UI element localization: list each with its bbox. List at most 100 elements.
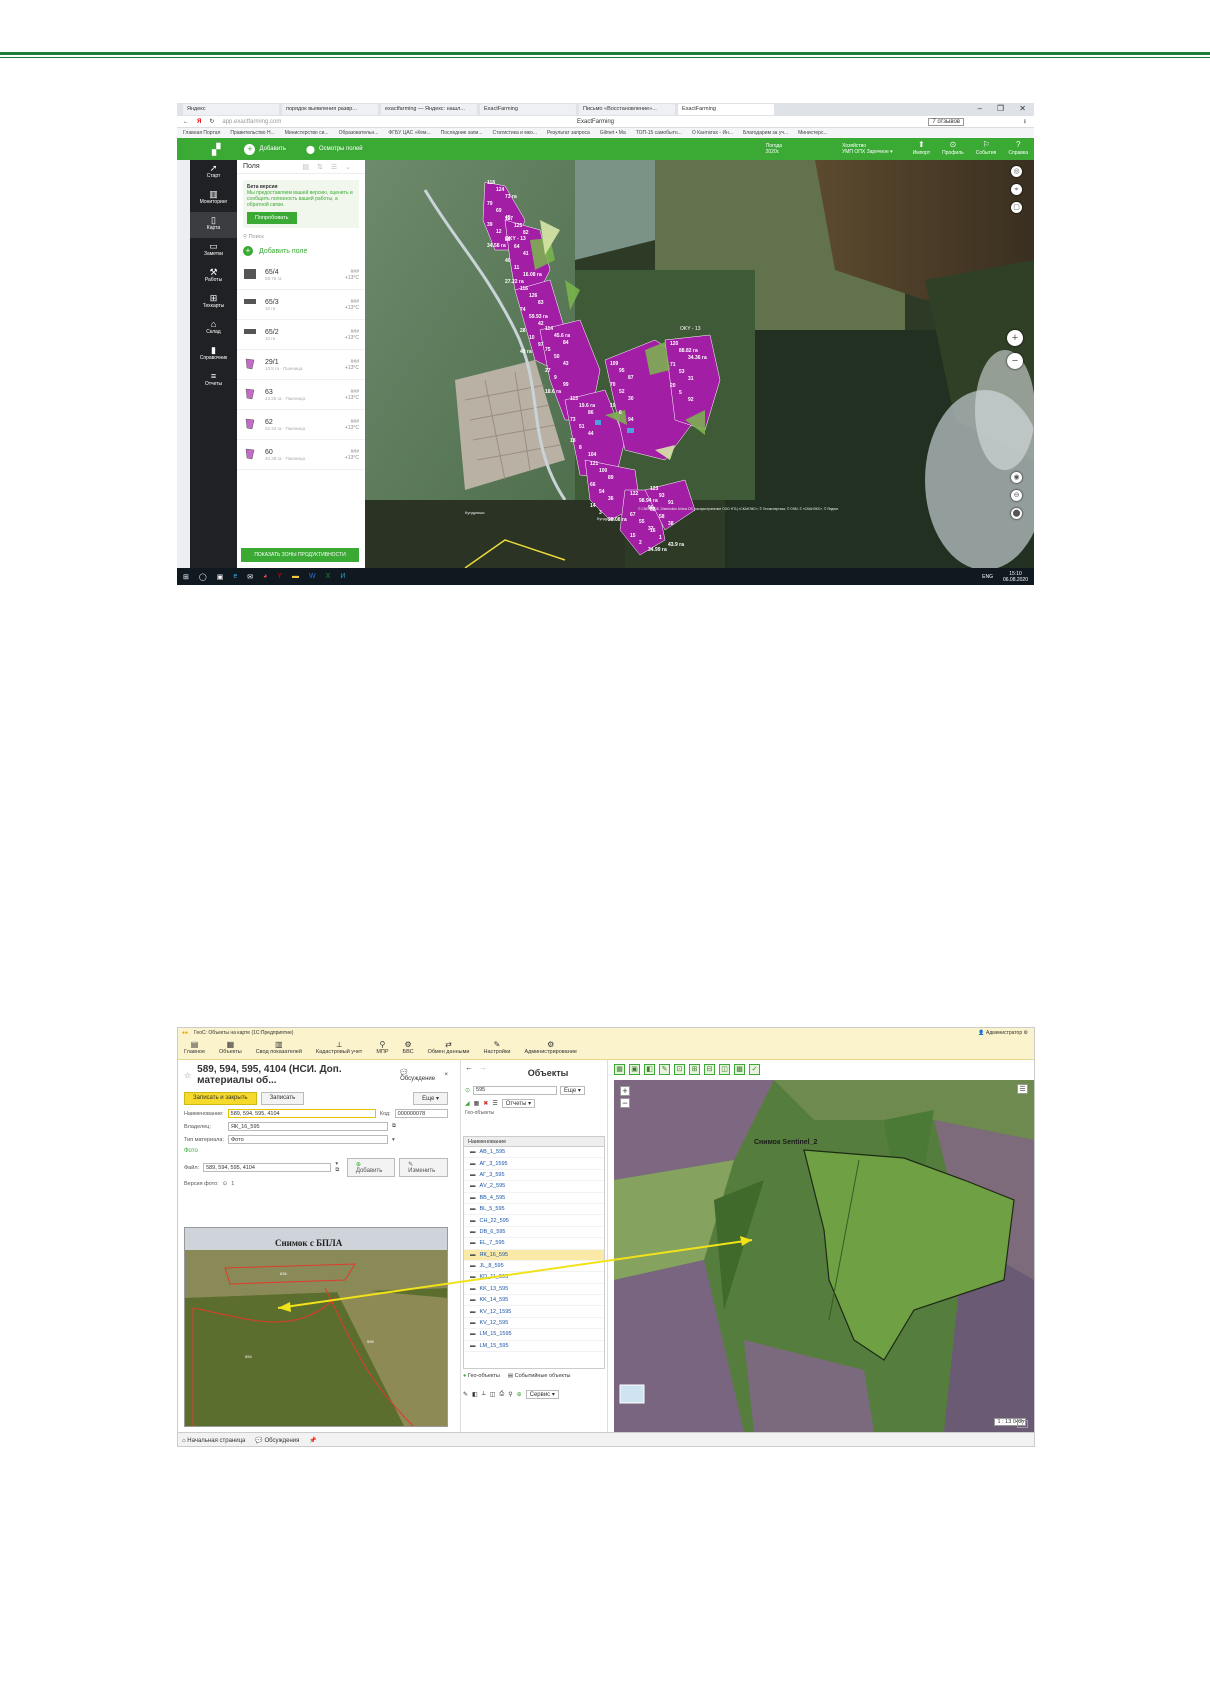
nav-item[interactable]: ≡ Отчеты bbox=[190, 368, 237, 394]
layers-icon[interactable]: ◎ bbox=[1011, 166, 1022, 177]
map-tool2-icon[interactable]: ⊖ bbox=[1011, 490, 1022, 501]
bookmark-item[interactable]: Результат запроса bbox=[547, 130, 590, 136]
nav-item[interactable]: ▥ Мониторинг bbox=[190, 186, 237, 212]
bookmark-item[interactable]: Главная Портал bbox=[183, 130, 220, 136]
app-icon[interactable]: И bbox=[340, 573, 345, 580]
header-action-3[interactable]: ? Справка bbox=[1008, 141, 1028, 157]
field-inspections-link[interactable]: Осмотры полей bbox=[319, 146, 363, 152]
tray-clock[interactable]: 15:10 06.08.2020 bbox=[1003, 571, 1028, 583]
reviews-badge[interactable]: 7 отзывов bbox=[928, 117, 964, 126]
header-action-icon: ⚐ bbox=[982, 140, 990, 149]
nav-item[interactable]: ⌂ Склад bbox=[190, 316, 237, 342]
browser-tab-active[interactable]: ExactFarming bbox=[678, 104, 774, 115]
mail-icon[interactable]: ✉ bbox=[247, 573, 253, 581]
map-field-label: 74 bbox=[520, 307, 526, 313]
zoom-in-icon[interactable]: + bbox=[1007, 330, 1023, 346]
search-taskbar-icon[interactable]: ◯ bbox=[199, 573, 207, 581]
nav-item[interactable]: ⊞ Техкарты bbox=[190, 290, 237, 316]
nav-label: Мониторинг bbox=[199, 199, 228, 205]
add-button[interactable]: Добавить bbox=[259, 146, 286, 152]
map-tool3-icon[interactable]: ⬤ bbox=[1011, 508, 1022, 519]
windows-start-icon[interactable]: ⊞ bbox=[183, 573, 189, 581]
fullscreen-icon[interactable]: ▢ bbox=[1011, 202, 1022, 213]
field-item[interactable]: 29/1 13.5 га · Пшеница ### +13°C bbox=[237, 350, 365, 380]
nav-label: Работы bbox=[204, 277, 223, 283]
map-canvas[interactable]: 1181171161141131091201211221231241251264… bbox=[365, 160, 1034, 568]
map-field-label: 2 bbox=[639, 540, 642, 546]
minimize-icon[interactable]: – bbox=[978, 104, 982, 113]
close-icon[interactable]: ✕ bbox=[1019, 104, 1026, 113]
browser-tab[interactable]: Яндекс bbox=[183, 104, 279, 115]
map-tool-icon[interactable]: ◉ bbox=[1011, 472, 1022, 483]
maximize-icon[interactable]: ❐ bbox=[997, 104, 1004, 113]
main-nav: ➚ Старт ▥ Мониторинг ▯ Карта ▭ Заметки ⚒ Работы ⊞ Т… bbox=[190, 160, 237, 568]
yandex-taskbar-icon[interactable]: Y bbox=[277, 573, 282, 580]
bookmark-item[interactable]: ТОП-15 самобытн... bbox=[636, 130, 682, 136]
header-action-1[interactable]: ⊙ Профиль bbox=[942, 141, 964, 157]
bookmark-item[interactable]: Gilmet • Ма bbox=[600, 130, 626, 136]
nav-item[interactable]: ➚ Старт bbox=[190, 160, 237, 186]
panel-tools-icon[interactable]: ▤⇅☰⌄ bbox=[302, 163, 359, 171]
zoom-out-icon[interactable]: − bbox=[1007, 353, 1023, 369]
browser-tab[interactable]: порядок выявления развр... bbox=[282, 104, 378, 115]
bookmark-item[interactable]: О Кантатах - Ин... bbox=[692, 130, 733, 136]
back-icon[interactable]: ← bbox=[183, 119, 189, 125]
field-item[interactable]: 65/3 10 га ### +13°C bbox=[237, 290, 365, 320]
field-item[interactable]: 62 32.23 га · Пшеница ### +13°C bbox=[237, 410, 365, 440]
field-item[interactable]: 65/2 10 га ### +13°C bbox=[237, 320, 365, 350]
app-logo-icon[interactable]: ▞ bbox=[212, 143, 220, 156]
field-item[interactable]: 65/4 58.76 га ### +13°C bbox=[237, 260, 365, 290]
folder-icon[interactable]: ▬ bbox=[292, 573, 299, 580]
org-block[interactable]: Хозяйство УМП ОПХ Заречное ▾ bbox=[842, 143, 893, 155]
field-item[interactable]: 60 40.28 га · Пшеница ### +13°C bbox=[237, 440, 365, 470]
show-zones-button[interactable]: ПОКАЗАТЬ ЗОНЫ ПРОДУКТИВНОСТИ bbox=[241, 548, 359, 562]
map-field-label: 6 bbox=[619, 410, 622, 416]
header-action-0[interactable]: ⬆ Импорт bbox=[913, 141, 930, 157]
bookmark-item[interactable]: Министерс... bbox=[798, 130, 827, 136]
excel-icon[interactable]: X bbox=[326, 573, 331, 580]
tray-lang[interactable]: ENG bbox=[982, 574, 993, 580]
bookmark-item[interactable]: Благодарим за уч... bbox=[743, 130, 788, 136]
nav-item[interactable]: ▮ Справочник bbox=[190, 342, 237, 368]
nav-item[interactable]: ▭ Заметки bbox=[190, 238, 237, 264]
download-icon[interactable]: ⭳ bbox=[1024, 117, 1026, 127]
satellite-map[interactable]: 118 117 116 114 113 109 120 121 122 123 124 125 126 4… bbox=[365, 160, 1034, 568]
word-icon[interactable]: W bbox=[309, 573, 316, 580]
yandex-icon[interactable]: Я bbox=[197, 119, 201, 125]
nav-item[interactable]: ⚒ Работы bbox=[190, 264, 237, 290]
place-label-1: Кундрюши bbox=[465, 510, 485, 515]
search-input[interactable]: ⚲ Поиск bbox=[243, 234, 359, 240]
bookmark-item[interactable]: Правительство Н... bbox=[230, 130, 274, 136]
browser-tab[interactable]: Письмо «Восстановление»... bbox=[579, 104, 675, 115]
reload-icon[interactable]: ↻ bbox=[209, 118, 214, 125]
map-field-label: 40 bbox=[505, 258, 511, 264]
url-field[interactable]: app.exactfarming.com bbox=[222, 119, 281, 125]
try-button[interactable]: Попробовать bbox=[247, 212, 297, 224]
browser-tab[interactable]: ExactFarming bbox=[480, 104, 576, 115]
location-icon[interactable]: ⌖ bbox=[1011, 184, 1022, 195]
bookmark-item[interactable]: Образовательн... bbox=[339, 130, 379, 136]
pin-tab-icon[interactable]: 📌 bbox=[309, 1437, 316, 1444]
nav-item[interactable]: ▯ Карта bbox=[190, 212, 237, 238]
bookmark-item[interactable]: Статистика и мко... bbox=[493, 130, 537, 136]
bookmark-item[interactable]: Министерство си... bbox=[285, 130, 329, 136]
header-action-2[interactable]: ⚐ События bbox=[976, 141, 997, 157]
add-icon[interactable]: + bbox=[244, 143, 256, 155]
browser-tab[interactable]: exactfarming — Яндекс: нашл... bbox=[381, 104, 477, 115]
map-field-label: 41 bbox=[523, 251, 529, 257]
map-field-label: 104 bbox=[588, 452, 597, 458]
home-tab[interactable]: ⌂ Начальная страница bbox=[182, 1438, 245, 1444]
add-field-button[interactable]: + Добавить поле bbox=[243, 246, 359, 256]
weather-block[interactable]: Погода 2020г. bbox=[766, 143, 782, 155]
bookmark-item[interactable]: Последние запи... bbox=[441, 130, 483, 136]
bookmark-item[interactable]: ФГБУ ЦАС «Кем... bbox=[388, 130, 430, 136]
taskview-icon[interactable]: ▣ bbox=[217, 573, 224, 581]
map-field-label: 88.82 га bbox=[679, 348, 698, 354]
field-item[interactable]: 63 43.25 га · Пшеница ### +13°C bbox=[237, 380, 365, 410]
map-field-label: 45.6 га bbox=[554, 333, 570, 339]
field-name: 60 bbox=[265, 448, 273, 456]
map-field-label: 14 bbox=[590, 503, 596, 509]
edge-icon[interactable]: e bbox=[233, 573, 237, 580]
discussions-tab[interactable]: 💬 Обсуждения bbox=[255, 1437, 299, 1444]
chrome-icon[interactable]: ◕ bbox=[263, 573, 267, 580]
